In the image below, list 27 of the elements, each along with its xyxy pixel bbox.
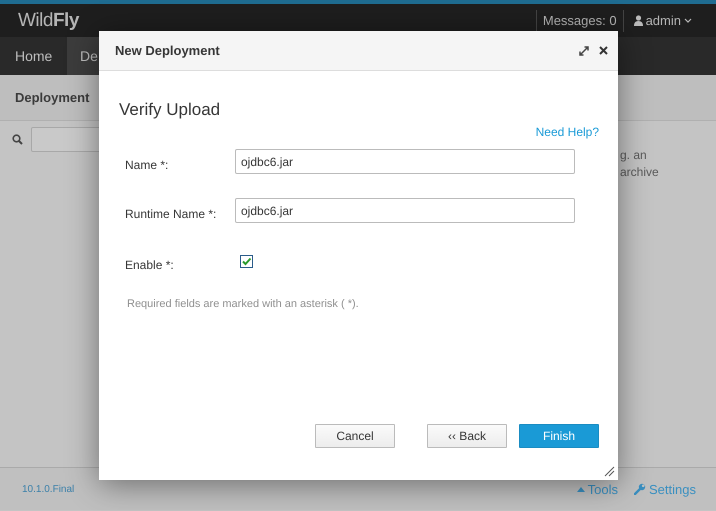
- messages-link[interactable]: Messages: 0: [542, 13, 617, 28]
- input-field[interactable]: ojdbc6.jar: [235, 198, 575, 223]
- version-label: 10.1.0.Final: [22, 484, 74, 494]
- field-label: Enable *:: [125, 256, 175, 272]
- description-text: archive: [620, 164, 659, 181]
- caret-icon: [684, 18, 692, 23]
- step-heading: Verify Upload: [119, 100, 222, 120]
- maximize-icon[interactable]: [579, 46, 589, 56]
- logo: WildFly: [18, 10, 79, 32]
- enable-checkbox[interactable]: [240, 255, 253, 268]
- field-label: Name *:: [125, 156, 170, 172]
- description-text: g. an: [620, 147, 648, 164]
- search-icon: [12, 134, 23, 145]
- wrench-icon: [634, 483, 646, 495]
- resize-grip-icon[interactable]: [604, 466, 615, 477]
- required-note: Required fields are marked with an asterisk ( *).: [126, 298, 360, 310]
- dialog-button[interactable]: ‹‹ Back: [427, 424, 507, 448]
- user-menu[interactable]: admin: [630, 13, 716, 28]
- input-field[interactable]: ojdbc6.jar: [235, 149, 575, 174]
- dialog-title: New Deployment: [115, 43, 220, 58]
- user-icon: [634, 15, 643, 26]
- dialog-button[interactable]: Cancel: [315, 424, 395, 448]
- nav-tab[interactable]: Home: [0, 37, 67, 75]
- caret-up-icon: [576, 486, 585, 492]
- section-title: Deployment: [15, 90, 90, 105]
- close-icon[interactable]: [599, 46, 608, 55]
- field-label: Runtime Name *:: [125, 206, 218, 220]
